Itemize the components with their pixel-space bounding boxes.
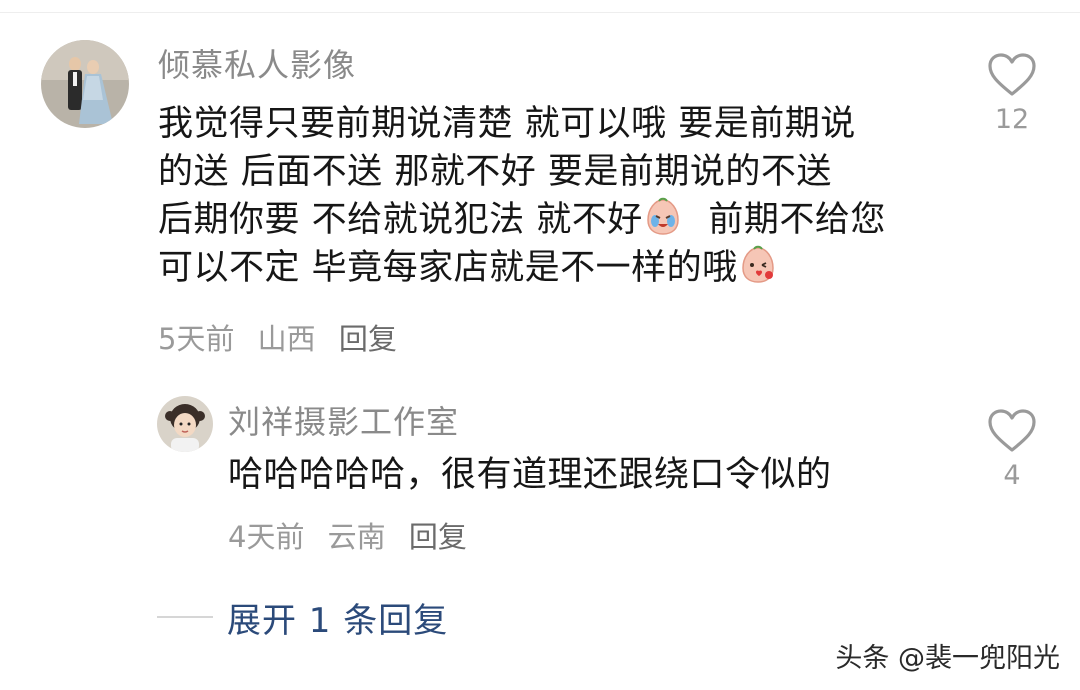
crying-face-emoji-icon [643,197,683,237]
comment-time: 5天前 [158,322,235,356]
kiss-face-emoji-icon [738,245,778,285]
comment-location: 云南 [327,520,386,554]
comment-body: 我觉得只要前期说清楚 就可以哦 要是前期说 的送 后面不送 那就不好 要是前期说… [158,100,886,292]
expand-divider [157,616,213,618]
comment-line: 哈哈哈哈哈，很有道理还跟绕口令似的 [228,455,832,495]
comment-meta: 5天前 山西 回复 [158,316,411,358]
watermark: 头条 @裴一兜阳光 [835,643,1060,674]
comment-line: 后期你要 不给就说犯法 就不好 前期不给您 [158,196,886,244]
comment-meta: 4天前 云南 回复 [228,514,481,556]
like-button[interactable]: 12 [977,52,1047,135]
like-button[interactable]: 4 [977,408,1047,491]
comment-line-part: 前期不给您 [708,200,886,240]
expand-replies-label: 展开 1 条回复 [227,600,449,641]
author-name[interactable]: 刘祥摄影工作室 [228,397,459,443]
avatar-commenter-1[interactable] [41,40,129,128]
comment-time: 4天前 [228,520,305,554]
avatar-commenter-2[interactable] [157,396,213,452]
like-count: 12 [994,104,1030,135]
comment-line-part: 后期你要 不给就说犯法 就不好 [158,200,643,240]
comment-line: 我觉得只要前期说清楚 就可以哦 要是前期说 [158,104,856,144]
reply-button[interactable]: 回复 [339,322,397,356]
author-name[interactable]: 倾慕私人影像 [158,40,356,86]
expand-replies-button[interactable]: 展开 1 条回复 [157,592,448,642]
reply-button[interactable]: 回复 [409,520,467,554]
comment-body: 哈哈哈哈哈，很有道理还跟绕口令似的 [228,451,832,499]
comment-location: 山西 [257,322,316,356]
comment-line-part: 可以不定 毕竟每家店就是不一样的哦 [158,248,738,288]
heart-outline-icon [988,53,1036,96]
like-count: 4 [1003,460,1021,491]
comment-line: 可以不定 毕竟每家店就是不一样的哦 [158,244,886,292]
top-divider [0,0,1080,13]
heart-outline-icon [988,409,1036,452]
comment-line: 的送 后面不送 那就不好 要是前期说的不送 [158,152,832,192]
